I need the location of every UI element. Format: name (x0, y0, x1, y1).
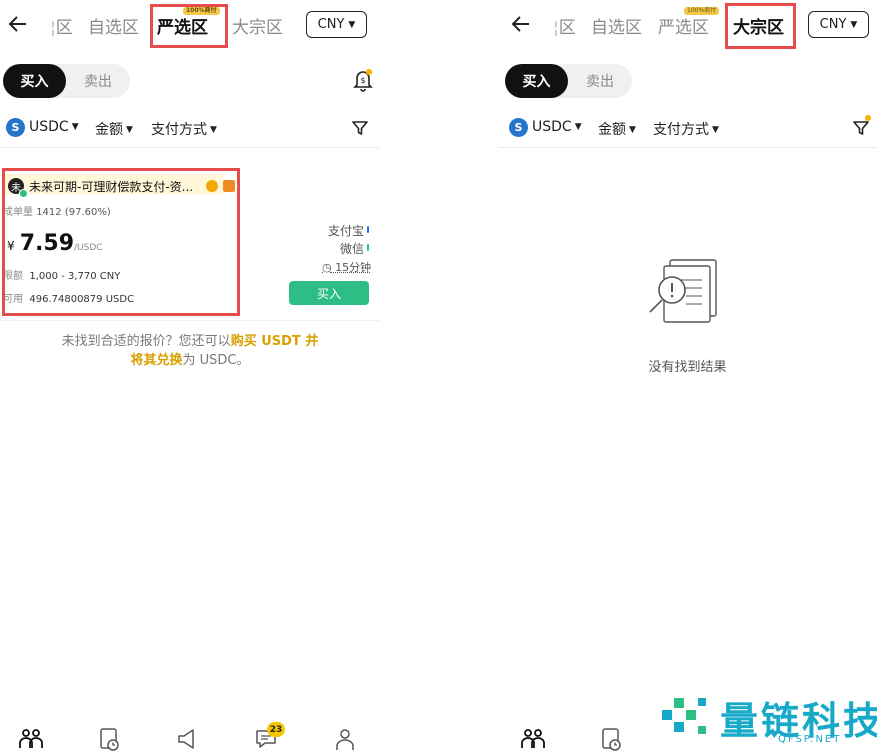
divider (0, 147, 380, 148)
buy-tab[interactable]: 买入 (3, 64, 66, 98)
payment-filter[interactable]: 支付方式 ▼ (653, 119, 719, 139)
highlight-box (725, 3, 796, 49)
filter-funnel-icon[interactable] (351, 119, 369, 137)
caret-down-icon: ▼ (850, 19, 858, 30)
p2p-screen-left: ¦区 自选区 100%商付 严选区 大宗区 CNY ▼ 买入 卖出 $ S USD… (0, 0, 380, 751)
wechat-color-bar (367, 244, 369, 251)
tab-verified[interactable]: 100%商付 严选区 (658, 7, 720, 38)
notification-dot (366, 69, 372, 75)
currency-selector[interactable]: CNY ▼ (808, 11, 869, 38)
usdc-coin-icon: S (6, 118, 25, 137)
coin-filter[interactable]: USDC ▼ (29, 119, 79, 135)
payment-method-alipay: 支付宝 (328, 224, 365, 238)
buy-button[interactable]: 买入 (289, 281, 369, 305)
filter-active-dot (865, 115, 871, 121)
chat-count-badge: 23 (267, 722, 285, 737)
buy-usdt-link[interactable]: 购买 USDT 并 (231, 334, 319, 349)
filter-bar: S USDC ▼ 金额 ▼ 支付方式 ▼ (0, 114, 380, 140)
caret-down-icon: ▼ (574, 122, 582, 132)
currency-label: CNY (317, 17, 345, 32)
caret-down-icon: ▼ (348, 19, 356, 30)
notice-text: 未找到合适的报价？您还可以 (61, 334, 231, 349)
verified-badge: 100%商付 (684, 7, 720, 15)
profile-icon[interactable] (333, 726, 359, 751)
caret-down-icon: ▼ (712, 125, 719, 135)
payment-method-wechat: 微信 (340, 242, 365, 256)
tab-partial[interactable]: ¦区 (50, 13, 73, 38)
coin-filter-label: USDC (532, 119, 572, 135)
watermark-url: QFSP.NET (778, 734, 842, 745)
p2p-users-icon[interactable] (520, 726, 546, 751)
coin-filter[interactable]: USDC ▼ (532, 119, 582, 135)
watermark-logo: 量链科技 QFSP.NET (658, 690, 877, 751)
empty-result-text: 没有找到结果 (648, 360, 727, 375)
tab-favorites[interactable]: 自选区 (88, 13, 139, 38)
qfsp-logo-icon (662, 698, 706, 734)
clock-icon: ◷ (322, 261, 332, 274)
chat-nav[interactable]: 23 (254, 722, 285, 751)
megaphone-icon[interactable] (175, 726, 201, 751)
amount-filter-label: 金额 (598, 122, 626, 138)
buy-sell-toggle: 买入 卖出 (505, 64, 632, 98)
divider (498, 147, 877, 148)
caret-down-icon: ▼ (210, 125, 217, 135)
caret-down-icon: ▼ (126, 125, 133, 135)
currency-selector[interactable]: CNY ▼ (306, 11, 367, 38)
amount-filter-label: 金额 (95, 122, 123, 138)
tab-bulk[interactable]: 大宗区 (232, 13, 283, 38)
p2p-users-icon[interactable] (18, 726, 44, 751)
svg-text:$: $ (360, 76, 365, 85)
orders-icon[interactable] (97, 726, 123, 751)
tab-favorites[interactable]: 自选区 (591, 13, 642, 38)
divider (0, 320, 380, 321)
payment-time-limit: ◷ 15分钟 (322, 259, 371, 275)
header: ¦区 自选区 100%商付 严选区 大宗区 CNY ▼ (498, 0, 877, 49)
tab-verified-label: 严选区 (658, 18, 709, 38)
buy-tab[interactable]: 买入 (505, 64, 568, 98)
amount-filter[interactable]: 金额 ▼ (598, 119, 636, 139)
empty-search-document-icon (649, 259, 717, 323)
coin-filter-label: USDC (29, 119, 69, 135)
back-arrow-icon[interactable] (7, 12, 29, 36)
buy-sell-toggle: 买入 卖出 (3, 64, 130, 98)
currency-label: CNY (819, 17, 847, 32)
header: ¦区 自选区 100%商付 严选区 大宗区 CNY ▼ (0, 0, 380, 48)
sell-tab[interactable]: 卖出 (66, 64, 130, 98)
caret-down-icon: ▼ (629, 125, 636, 135)
p2p-screen-right: ¦区 自选区 100%商付 严选区 大宗区 CNY ▼ 买入 卖出 S USDC ▼… (498, 0, 877, 751)
back-arrow-icon[interactable] (510, 12, 532, 36)
filter-bar: S USDC ▼ 金额 ▼ 支付方式 ▼ (498, 114, 877, 140)
payment-filter[interactable]: 支付方式 ▼ (151, 119, 217, 139)
payment-filter-label: 支付方式 (653, 122, 709, 138)
filter-funnel-icon[interactable] (852, 119, 870, 137)
payment-filter-label: 支付方式 (151, 122, 207, 138)
highlight-box (2, 168, 240, 316)
caret-down-icon: ▼ (71, 122, 79, 132)
bottom-nav: 23 (0, 718, 380, 751)
highlight-box (150, 4, 228, 48)
tab-partial[interactable]: ¦区 (553, 13, 576, 38)
no-offer-notice: 未找到合适的报价？您还可以购买 USDT 并 将其兑换为 USDC。 (40, 332, 340, 370)
alipay-color-bar (367, 226, 369, 233)
notice-text-end: 为 USDC。 (182, 353, 250, 368)
sell-tab[interactable]: 卖出 (568, 64, 632, 98)
payment-time-value: 15分钟 (335, 261, 372, 274)
usdc-coin-icon: S (509, 118, 528, 137)
orders-icon[interactable] (599, 726, 625, 751)
convert-link[interactable]: 将其兑换 (130, 353, 182, 368)
amount-filter[interactable]: 金额 ▼ (95, 119, 133, 139)
